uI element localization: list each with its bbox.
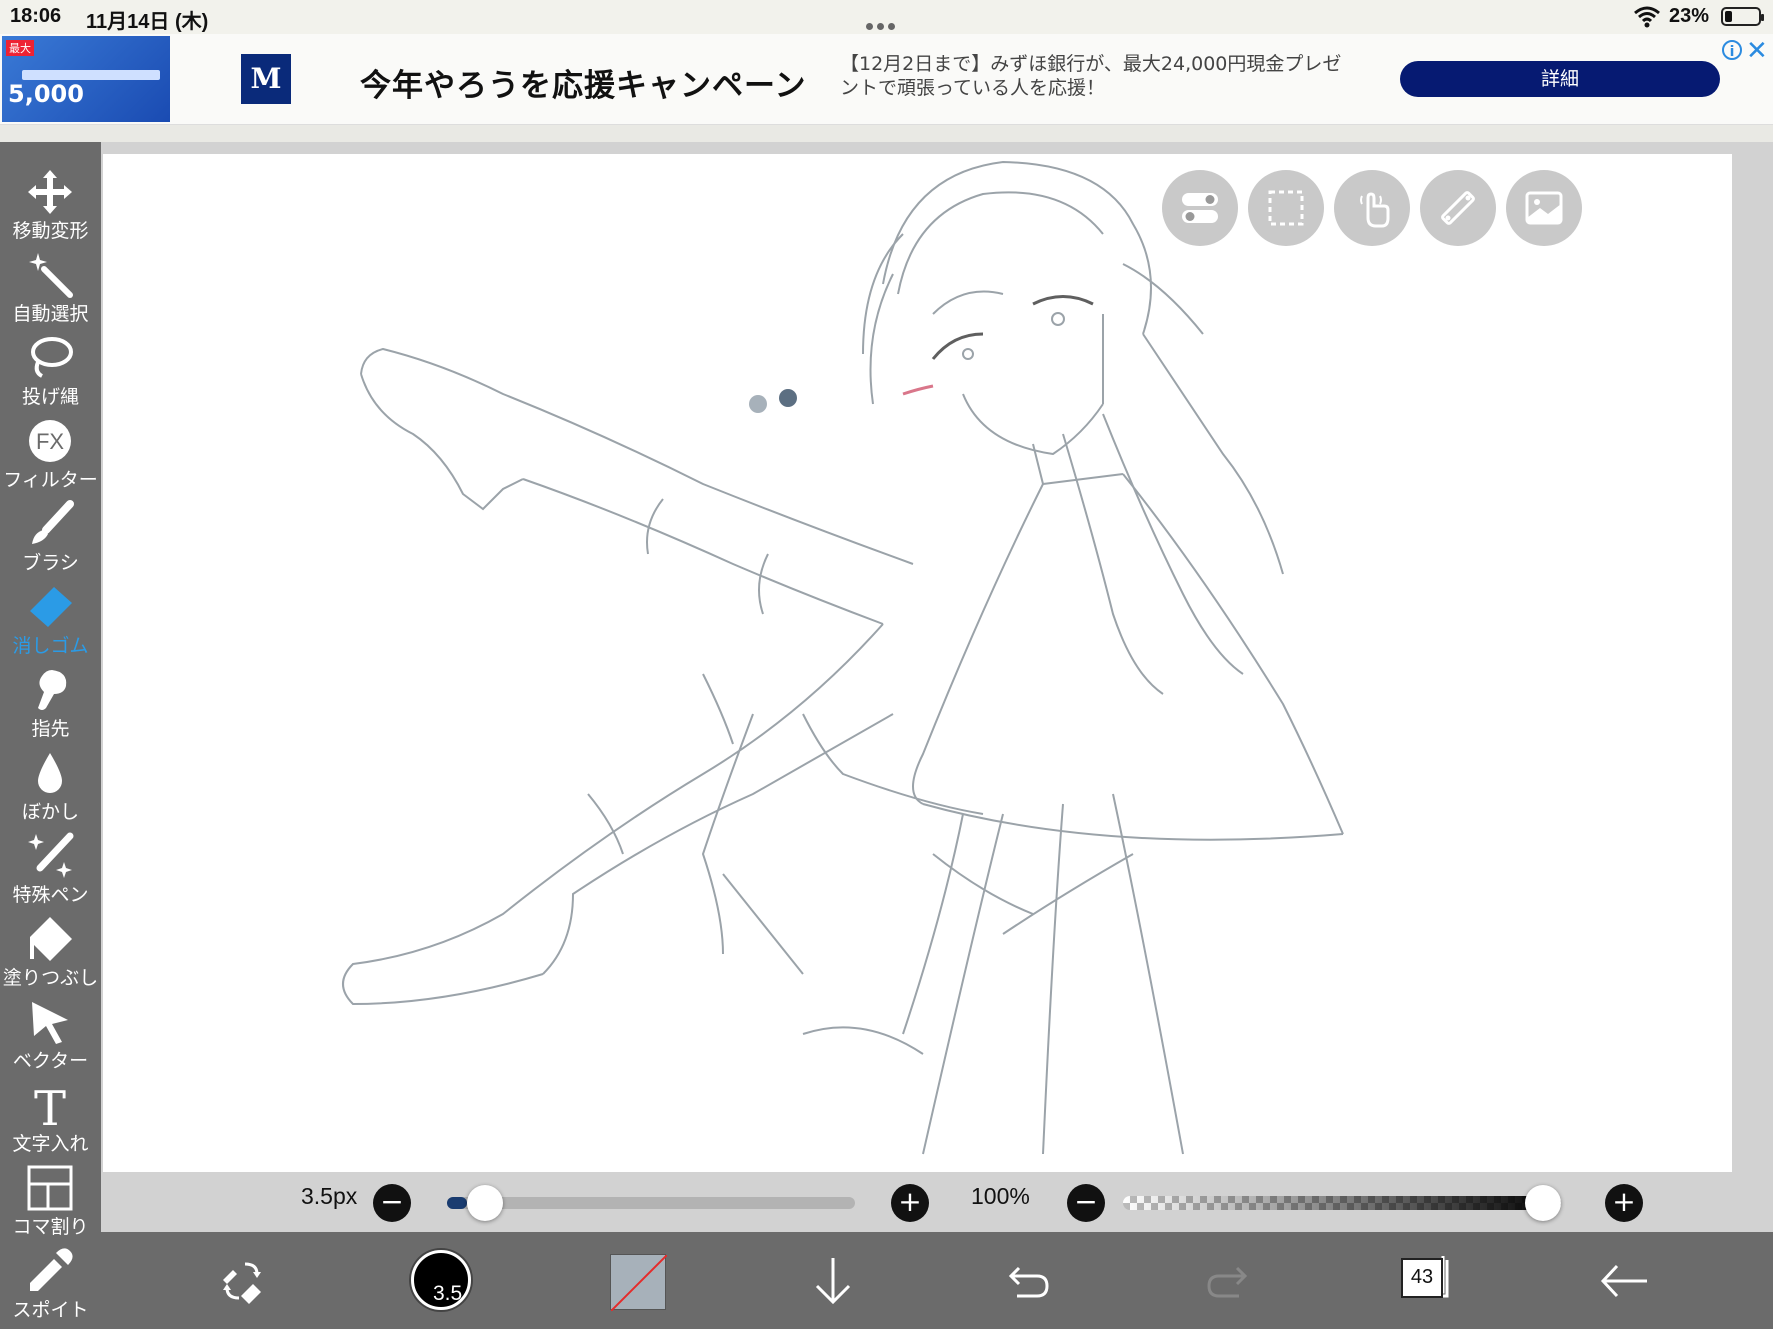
tool-label: 塗りつぶし	[2, 967, 99, 989]
quick-image-button[interactable]	[1506, 170, 1582, 246]
image-icon	[1525, 191, 1563, 225]
tool-label: 特殊ペン	[12, 884, 89, 906]
brush-size-indicator-value: 3.5	[433, 1282, 463, 1305]
quick-touch-button[interactable]	[1334, 170, 1410, 246]
tool-vector[interactable]: ベクター	[0, 996, 101, 1076]
tool-label: 文字入れ	[12, 1133, 89, 1155]
tool-label: 指先	[31, 718, 70, 740]
tool-label: ベクター	[12, 1050, 89, 1072]
ad-thumbnail[interactable]: 最大 5,000	[2, 36, 170, 122]
tool-eraser[interactable]: 消しゴム	[0, 581, 101, 661]
tool-panel[interactable]: コマ割り	[0, 1162, 101, 1242]
brush-size-minus-button[interactable]: −	[373, 1184, 411, 1222]
undo-icon[interactable]	[1007, 1262, 1051, 1300]
ad-details-button[interactable]: 詳細	[1400, 61, 1720, 97]
back-arrow-icon[interactable]	[1599, 1262, 1649, 1300]
wifi-icon	[1634, 6, 1660, 28]
status-date: 11月14日 (木)	[86, 11, 209, 33]
sparkle-pen-icon	[28, 832, 74, 878]
bottom-toolbar: 3.5 43	[101, 1232, 1773, 1329]
status-time: 18:06	[10, 5, 62, 27]
tool-move[interactable]: 移動変形	[0, 166, 101, 246]
no-color-slash	[610, 1254, 668, 1312]
brush-size-slider-thumb[interactable]	[467, 1185, 503, 1221]
tool-label: スポイト	[12, 1299, 89, 1321]
cursor-icon	[32, 1002, 68, 1044]
swap-pen-eraser-icon[interactable]	[219, 1258, 267, 1304]
ad-thumb-tag: 最大	[6, 40, 34, 56]
ad-banner[interactable]: 最大 5,000 M 今年やろうを応援キャンペーン 【12月2日まで】みずほ銀行…	[0, 34, 1773, 125]
redo-icon[interactable]	[1205, 1262, 1249, 1300]
multitasking-dots-icon[interactable]	[866, 13, 906, 30]
tool-sidebar: 移動変形 自動選択 投げ縄 FX フィルター ブラシ 消しゴム 指先 ぼかし 特…	[0, 142, 101, 1329]
battery-percent: 23%	[1669, 5, 1710, 27]
ad-title[interactable]: 今年やろうを応援キャンペーン	[360, 60, 806, 105]
tool-blur[interactable]: ぼかし	[0, 747, 101, 827]
finger-icon	[38, 670, 67, 710]
tool-label: フィルター	[3, 469, 98, 491]
brush-size-plus-button[interactable]: +	[891, 1184, 929, 1222]
tool-label: ブラシ	[22, 552, 79, 574]
ad-thumb-amount: 5,000	[8, 80, 84, 108]
opacity-value: 100%	[971, 1183, 1030, 1209]
ad-logo: M	[241, 54, 291, 104]
ruler-icon	[1441, 191, 1475, 225]
battery-icon	[1721, 7, 1764, 26]
tool-label: 消しゴム	[12, 635, 89, 657]
tool-auto-select[interactable]: 自動選択	[0, 249, 101, 329]
text-icon: T	[34, 1081, 66, 1129]
tool-special-pen[interactable]: 特殊ペン	[0, 830, 101, 910]
layer-count: 43	[1401, 1258, 1443, 1298]
svg-text:FX: FX	[36, 429, 64, 454]
move-icon	[28, 170, 72, 214]
ad-description: 【12月2日まで】みずほ銀行が、最大24,000円現金プレゼントで頑張っている人…	[840, 53, 1342, 99]
tool-label: 投げ縄	[21, 386, 79, 408]
ad-close-icon[interactable]: ✕	[1746, 36, 1768, 66]
brush-size-value: 3.5px	[301, 1183, 358, 1209]
lasso-icon	[31, 337, 73, 378]
canvas-area[interactable]	[101, 142, 1773, 1174]
color-swatch[interactable]	[610, 1254, 668, 1312]
panel-icon	[27, 1165, 73, 1211]
drop-icon	[38, 753, 62, 793]
touch-icon	[1360, 192, 1390, 228]
selection-icon	[1268, 190, 1304, 226]
quick-toggle-button[interactable]	[1162, 170, 1238, 246]
tool-fill[interactable]: 塗りつぶし	[0, 913, 101, 993]
eraser-icon	[30, 587, 72, 627]
tool-label: ぼかし	[21, 801, 79, 823]
quick-ruler-button[interactable]	[1420, 170, 1496, 246]
brush-icon	[32, 500, 74, 544]
opacity-slider-thumb[interactable]	[1525, 1185, 1561, 1221]
tool-lasso[interactable]: 投げ縄	[0, 332, 101, 412]
tool-label: 移動変形	[12, 220, 89, 242]
opacity-minus-button[interactable]: −	[1067, 1184, 1105, 1222]
quick-select-button[interactable]	[1248, 170, 1324, 246]
eyedropper-icon	[30, 1248, 73, 1291]
download-arrow-icon[interactable]	[813, 1256, 853, 1306]
brush-size-slider[interactable]	[447, 1185, 855, 1221]
sketch-drawing	[342, 160, 1344, 1155]
tool-label: コマ割り	[12, 1216, 89, 1238]
tool-eyedropper[interactable]: スポイト	[0, 1245, 101, 1325]
magic-wand-icon	[29, 253, 73, 298]
fill-icon	[30, 917, 72, 961]
tool-finger[interactable]: 指先	[0, 664, 101, 744]
tool-brush[interactable]: ブラシ	[0, 498, 101, 578]
drawing-canvas[interactable]	[103, 154, 1732, 1172]
ad-info-icon[interactable]: i	[1722, 40, 1742, 60]
fx-icon: FX	[29, 420, 71, 462]
svg-text:T: T	[34, 1081, 66, 1129]
tool-filter[interactable]: FX フィルター	[0, 415, 101, 495]
status-bar: 18:06 11月14日 (木) 23%	[0, 0, 1773, 34]
tool-label: 自動選択	[12, 303, 89, 325]
slider-bar: 3.5px − + 100% − +	[101, 1174, 1773, 1232]
tool-text[interactable]: T 文字入れ	[0, 1079, 101, 1159]
toggle-icon	[1182, 193, 1218, 223]
opacity-slider[interactable]	[1123, 1185, 1561, 1221]
opacity-plus-button[interactable]: +	[1605, 1184, 1643, 1222]
